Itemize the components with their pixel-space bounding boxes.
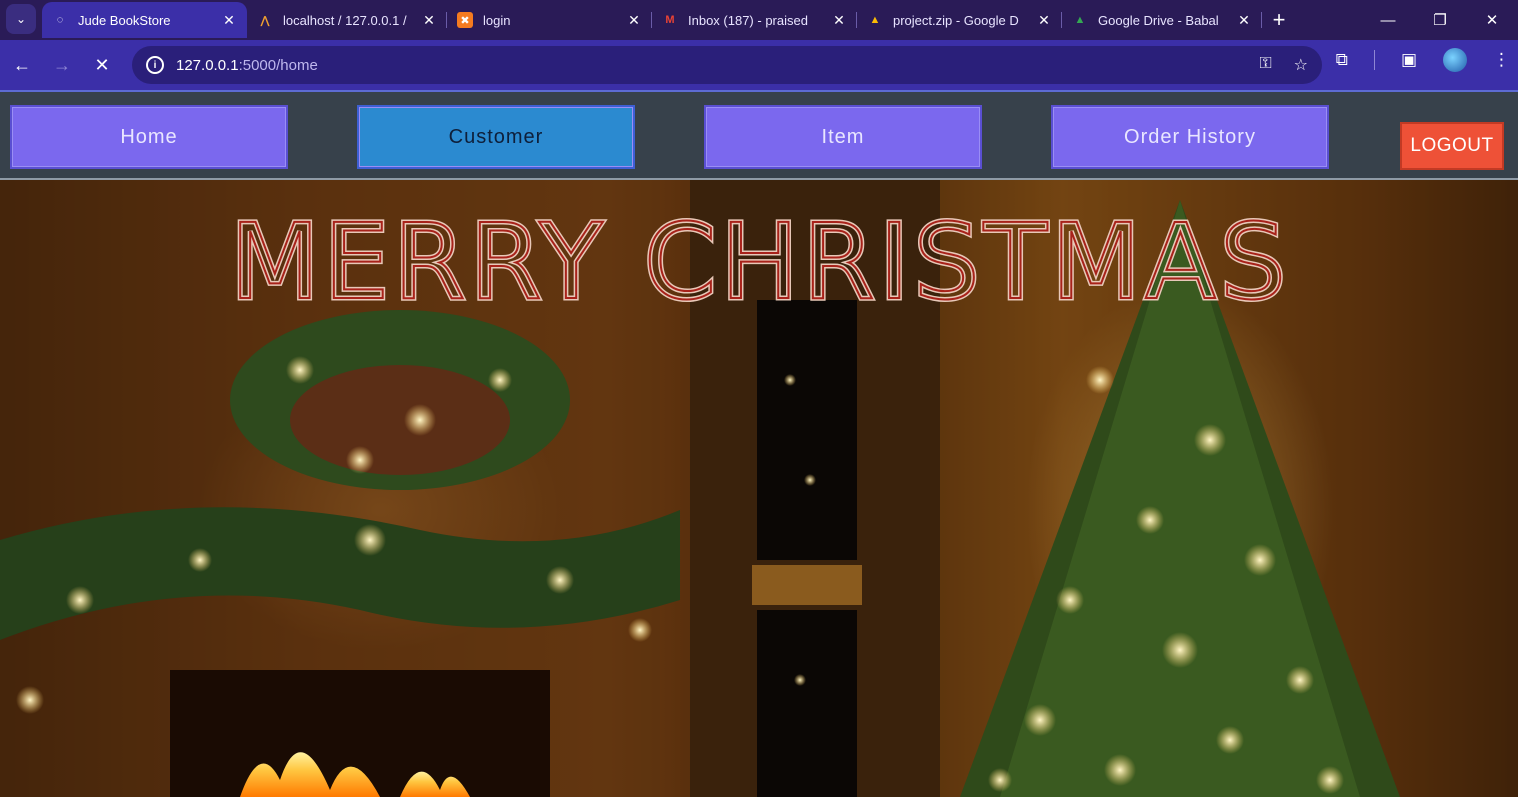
tab-gmail[interactable]: M Inbox (187) - praised ✕ <box>652 2 857 38</box>
stop-loading-icon[interactable]: ✕ <box>82 45 122 85</box>
google-drive-icon: ▲ <box>1074 14 1086 26</box>
close-icon[interactable]: ✕ <box>1236 12 1252 29</box>
google-drive-icon: ▲ <box>869 14 881 26</box>
close-icon[interactable]: ✕ <box>1036 12 1052 29</box>
close-window-icon[interactable]: ✕ <box>1466 0 1518 40</box>
tab-google-drive[interactable]: ▲ Google Drive - Babal ✕ <box>1062 2 1262 38</box>
web-page: Home Customer Item Order History LOGOUT <box>0 90 1518 797</box>
tab-title: localhost / 127.0.0.1 / <box>283 12 407 28</box>
profile-avatar[interactable] <box>1443 48 1467 72</box>
close-icon[interactable]: ✕ <box>831 12 847 29</box>
tab-separator <box>1261 12 1262 28</box>
url-host: 127.0.0.1 <box>176 56 239 74</box>
tab-title: Jude BookStore <box>78 12 171 28</box>
tab-title: Google Drive - Babal <box>1098 12 1219 28</box>
browser-tab-strip: ⌄ ◌ Jude BookStore ✕ ⋀ localhost / 127.0… <box>0 0 1518 40</box>
password-key-icon[interactable]: ⚿ <box>1259 55 1271 75</box>
wreath-berries <box>290 365 510 475</box>
christmas-hero-image: MERRY CHRISTMAS MERRY CHRISTMAS <box>0 180 1518 797</box>
close-icon[interactable]: ✕ <box>626 12 642 29</box>
banner-text-outline: MERRY CHRISTMAS <box>230 201 1290 323</box>
nav-customer-button[interactable]: Customer <box>357 105 635 169</box>
back-icon[interactable]: ← <box>2 45 42 85</box>
restore-icon[interactable]: ❐ <box>1414 0 1466 40</box>
address-bar[interactable]: i 127.0.0.1:5000/home ⚿ ☆ <box>132 46 1322 84</box>
nav-home-button[interactable]: Home <box>10 105 288 169</box>
christmas-scene: MERRY CHRISTMAS MERRY CHRISTMAS <box>0 180 1518 797</box>
site-info-icon[interactable]: i <box>146 56 164 74</box>
window-sill <box>752 565 862 605</box>
nav-item-button[interactable]: Item <box>704 105 982 169</box>
menu-kebab-icon[interactable]: ⋮ <box>1493 50 1510 70</box>
close-icon[interactable]: ✕ <box>421 12 437 29</box>
tab-login[interactable]: ✖ login ✕ <box>447 2 652 38</box>
xampp-icon: ✖ <box>457 12 473 28</box>
bookmark-star-icon[interactable]: ☆ <box>1294 55 1308 75</box>
phpmyadmin-icon: ⋀ <box>260 14 270 27</box>
window-pane-top <box>757 300 857 560</box>
toolbar-divider <box>1373 50 1375 70</box>
tab-project-zip[interactable]: ▲ project.zip - Google D ✕ <box>857 2 1062 38</box>
tab-search-button[interactable]: ⌄ <box>6 4 36 34</box>
minimize-icon[interactable]: — <box>1362 0 1414 40</box>
extensions-icon[interactable]: ⧉ <box>1336 50 1348 70</box>
tab-title: Inbox (187) - praised <box>688 12 808 28</box>
forward-icon[interactable]: → <box>42 45 82 85</box>
url-path: :5000/home <box>238 56 318 74</box>
window-controls: — ❐ ✕ <box>1362 0 1518 40</box>
site-navbar: Home Customer Item Order History LOGOUT <box>0 90 1518 180</box>
nav-order-history-button[interactable]: Order History <box>1051 105 1329 169</box>
new-tab-button[interactable]: + <box>1262 0 1296 40</box>
tab-jude-bookstore[interactable]: ◌ Jude BookStore ✕ <box>42 2 247 38</box>
gmail-icon: M <box>665 14 675 26</box>
close-icon[interactable]: ✕ <box>221 12 237 29</box>
tab-phpmyadmin[interactable]: ⋀ localhost / 127.0.0.1 / ✕ <box>247 2 447 38</box>
tab-title: project.zip - Google D <box>893 12 1019 28</box>
logout-button[interactable]: LOGOUT <box>1400 122 1504 170</box>
window-pane-bottom <box>757 610 857 797</box>
side-panel-icon[interactable]: ▣ <box>1401 50 1417 70</box>
tab-title: login <box>483 12 511 28</box>
browser-toolbar: ← → ✕ i 127.0.0.1:5000/home ⚿ ☆ ⧉ ▣ ⋮ <box>0 40 1518 90</box>
page-icon: ◌ <box>56 14 64 26</box>
